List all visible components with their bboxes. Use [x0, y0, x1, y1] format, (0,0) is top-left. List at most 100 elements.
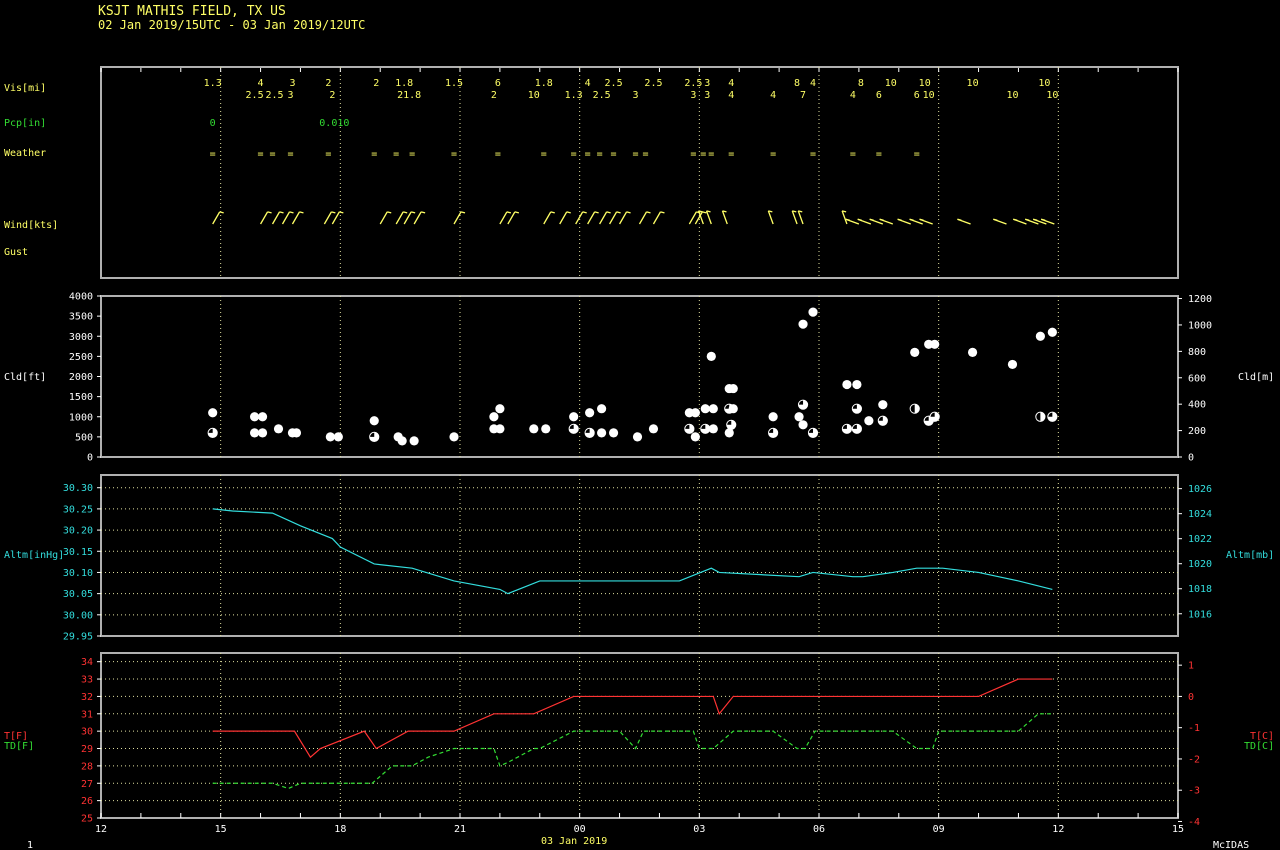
x-tick-label: 06 [813, 824, 825, 835]
cloud-observation [207, 427, 218, 438]
fog-symbol: = [287, 149, 293, 160]
cloud-observation [597, 404, 607, 414]
vis-value: 4 [258, 78, 264, 89]
fog-symbol: = [728, 149, 734, 160]
cloud-observation [808, 307, 818, 317]
cloud-left-label: Cld[ft] [4, 372, 46, 383]
wind-barb [559, 211, 568, 225]
wind-barb [797, 210, 804, 225]
gust-label: Gust [4, 247, 28, 258]
cloud-overcast [842, 379, 852, 390]
cloud-observation [333, 432, 343, 442]
wind-barb-flag [506, 211, 512, 214]
cloud-overcast [495, 424, 505, 434]
cloud-observation [568, 423, 579, 434]
fog-symbol: = [850, 149, 856, 160]
wind-barb-flag [460, 211, 466, 214]
vis-value: 3 [632, 90, 638, 101]
cloud-overcast [257, 428, 268, 438]
cloud-overcast [794, 412, 804, 422]
wind-barb [453, 211, 462, 225]
cloud-overcast [1007, 359, 1018, 370]
cloud-overcast [273, 424, 284, 434]
cloud-observation [852, 379, 862, 390]
cloud-observation [877, 415, 888, 426]
cloud-observation [706, 351, 716, 361]
cloud-ft-tick: 1000 [69, 412, 93, 423]
altm-inhg-tick: 29.95 [63, 632, 93, 643]
cloud-observation [1035, 331, 1045, 341]
cloud-overcast [864, 416, 874, 426]
cloud-overcast [257, 412, 268, 422]
cloud-observation [841, 423, 853, 434]
x-tick-label: 09 [933, 824, 945, 835]
wind-barb-flag [566, 211, 571, 214]
wind-barb-flag [420, 211, 426, 214]
cloud-overcast [708, 404, 718, 414]
cloud-observation [397, 436, 407, 446]
altimeter-series [212, 508, 1053, 595]
wind-barb [618, 211, 628, 225]
temp-f-tick: 30 [81, 727, 93, 738]
cloud-observation [608, 428, 619, 438]
cloud-overcast [597, 428, 607, 438]
vis-value: 2.5 [644, 78, 662, 89]
fog-symbol: = [258, 149, 264, 160]
cloud-observation [529, 424, 539, 434]
vis-value: 2 [373, 78, 379, 89]
vis-value: 3 [287, 90, 293, 101]
vis-value: 2.5 [593, 90, 611, 101]
fog-symbol: = [451, 149, 457, 160]
fog-symbol: = [371, 149, 377, 160]
cloud-observation [249, 428, 260, 438]
altm-right-label: Altm[mb] [1226, 550, 1274, 561]
wind-barb [281, 211, 291, 225]
wind-barb-flag [702, 211, 707, 214]
vis-value: 10 [923, 90, 935, 101]
cloud-observation [930, 339, 940, 349]
cloud-overcast [728, 404, 738, 414]
wind-barb [212, 211, 221, 225]
cloud-observation [1047, 327, 1057, 337]
cloud-overcast [369, 416, 379, 426]
fog-symbol: = [571, 149, 577, 160]
station-title: KSJT MATHIS FIELD, TX US [98, 4, 286, 19]
wind-barb [652, 211, 662, 225]
wind-barb-flag [339, 211, 344, 214]
cloud-overcast [706, 351, 716, 361]
cloud-ft-tick: 2000 [69, 372, 93, 383]
vis-label: Vis[mi] [4, 83, 46, 94]
cloud-overcast [728, 383, 738, 394]
vis-value: 1.3 [204, 78, 222, 89]
cloud-overcast [768, 412, 778, 422]
wind-barb [323, 211, 332, 225]
fog-symbol: = [585, 149, 591, 160]
cloud-m-tick: 400 [1188, 400, 1206, 411]
altm-inhg-tick: 30.15 [63, 547, 93, 558]
fog-symbol: = [325, 149, 331, 160]
cloud-observation [1047, 411, 1058, 422]
cloud-observation [910, 347, 920, 357]
vis-value: 3 [289, 78, 295, 89]
fog-symbol: = [632, 149, 638, 160]
td-left-label: TD[F] [4, 741, 34, 752]
wind-barb [379, 211, 388, 225]
vis-value: 8 [794, 78, 800, 89]
cloud-observation [708, 424, 718, 434]
vis-value: 7 [800, 90, 806, 101]
cloud-observations [207, 307, 1058, 446]
cloud-ft-tick: 500 [75, 432, 93, 443]
fog-symbol: = [914, 149, 920, 160]
cloud-overcast [708, 424, 718, 434]
vis-value: 6 [876, 90, 882, 101]
temp-f-tick: 31 [81, 709, 93, 720]
wind-barb-flag [582, 211, 587, 214]
cloud-observation [585, 408, 595, 418]
cloud-ft-tick: 2500 [69, 352, 93, 363]
cloud-observation [690, 408, 700, 418]
fog-symbol: = [700, 149, 706, 160]
cloud-overcast [632, 432, 643, 442]
pcp-value: 0 [210, 118, 216, 129]
cloud-overcast [208, 408, 218, 418]
temp-f-tick: 26 [81, 796, 93, 807]
